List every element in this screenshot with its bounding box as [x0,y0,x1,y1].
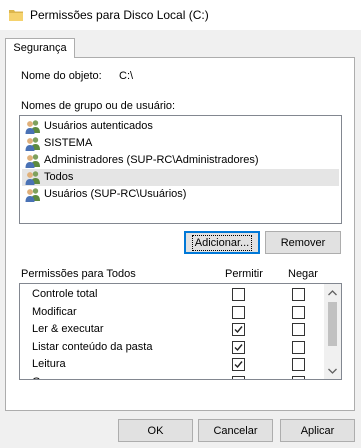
permissions-scrollbar[interactable] [324,284,341,379]
permission-row: Ler & executar [20,320,325,338]
users-icon [25,136,41,151]
permission-name: Listar conteúdo da pasta [32,340,153,353]
allow-checkbox[interactable] [232,375,245,379]
scroll-up-arrow-icon[interactable] [324,284,341,301]
deny-header: Negar [288,268,318,280]
permission-row: Controle total [20,285,325,303]
permission-name: Leitura [32,358,66,370]
list-item[interactable]: Todos [22,169,339,186]
allow-checkbox[interactable] [232,340,245,354]
permission-name: Ler & executar [32,323,104,335]
apply-button-label: Aplicar [300,424,335,437]
scroll-down-arrow-icon[interactable] [324,362,341,379]
ok-button[interactable]: OK [118,419,193,442]
deny-checkbox[interactable] [292,323,305,336]
permission-row: Leitura [20,355,325,373]
deny-checkbox[interactable] [292,288,305,301]
scroll-thumb[interactable] [328,302,337,346]
list-item[interactable]: Usuários autenticados [22,118,339,135]
folder-icon [9,10,23,21]
allow-header: Permitir [225,268,263,280]
tab-seguranca[interactable]: Segurança [5,38,75,58]
permission-name: Modificar [32,305,77,318]
list-item-label: SISTEMA [44,137,93,149]
permission-name: Controle total [32,288,98,300]
cancel-button-label: Cancelar [213,424,258,437]
permission-row: Listar conteúdo da pasta [20,338,325,356]
list-item[interactable]: Administradores (SUP-RC\Administradores) [22,152,339,169]
permission-row: Modificar [20,303,325,321]
groups-label: Nomes de grupo ou de usuário: [21,100,176,112]
permission-name: Gravar [32,376,66,380]
users-icon [25,170,41,185]
users-icon [25,187,41,202]
deny-checkbox[interactable] [292,340,305,354]
users-icon [25,119,41,134]
list-item-label: Usuários (SUP-RC\Usuários) [44,188,187,200]
allow-checkbox[interactable] [232,305,245,319]
tab-label: Segurança [13,42,67,54]
permissions-list[interactable]: Gravar Leitura Listar conteúdo da pasta Ler… [19,283,342,380]
list-item-label: Todos [44,171,74,183]
add-button-label: Adicionar... [191,234,253,251]
add-button[interactable]: Adicionar... [184,231,260,254]
cancel-button[interactable]: Cancelar [198,419,273,442]
list-item-label: Administradores (SUP-RC\Administradores) [44,154,259,166]
title-bar: Permissões para Disco Local (C:) [0,0,361,30]
window-title: Permissões para Disco Local (C:) [30,8,209,22]
remove-button-label: Remover [280,236,326,249]
allow-checkbox[interactable] [232,358,245,371]
ok-button-label: OK [147,424,164,437]
deny-checkbox[interactable] [292,375,305,379]
remove-button[interactable]: Remover [265,231,341,254]
permissions-title: Permissões para Todos [21,268,136,280]
deny-checkbox[interactable] [292,305,305,319]
permission-row: Gravar [20,373,325,380]
list-item-label: Usuários autenticados [44,120,153,132]
allow-checkbox[interactable] [232,288,245,301]
allow-checkbox[interactable] [232,323,245,336]
object-name-value: C:\ [119,70,134,82]
group-user-list[interactable]: Usuários autenticados SISTEMA Administrado… [19,115,342,224]
list-item[interactable]: SISTEMA [22,135,339,152]
list-item[interactable]: Usuários (SUP-RC\Usuários) [22,186,339,203]
users-icon [25,153,41,168]
apply-button[interactable]: Aplicar [280,419,355,442]
deny-checkbox[interactable] [292,358,305,371]
object-name-label: Nome do objeto: [21,70,102,82]
